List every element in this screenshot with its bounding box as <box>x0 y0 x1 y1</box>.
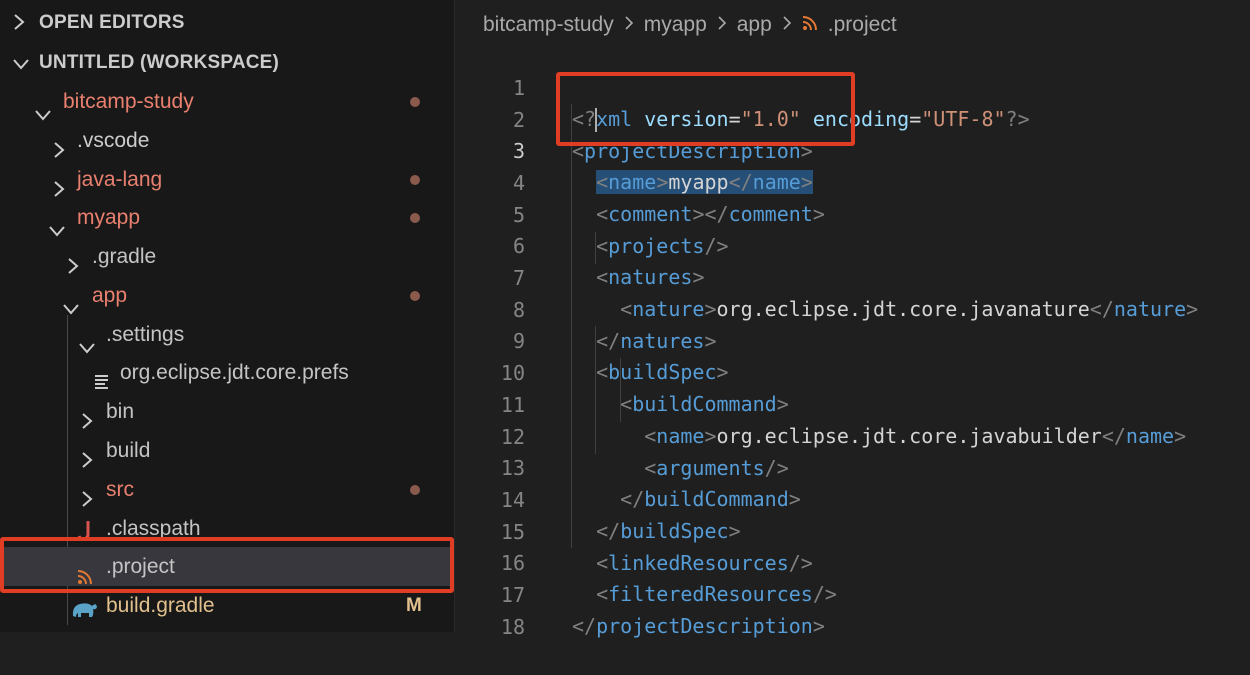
tree-item-settings[interactable]: .settings <box>0 315 454 354</box>
modified-dot <box>410 485 420 495</box>
workspace-label: UNTITLED (WORKSPACE) <box>39 52 280 73</box>
explorer-sidebar: OPEN EDITORS UNTITLED (WORKSPACE) bitcam… <box>0 0 455 632</box>
code-line: 5 <projects/> <box>455 168 1250 259</box>
chevron-right-icon <box>12 13 26 37</box>
tree-item-label: .settings <box>106 323 185 346</box>
code-line: 13 </buildCommand> <box>455 421 1250 512</box>
xml-tag: projectDescription <box>596 614 813 639</box>
modified-dot <box>410 175 420 185</box>
tree-item-label: app <box>92 284 128 307</box>
gradle-elephant-icon <box>70 594 98 632</box>
modified-dot <box>410 97 420 107</box>
chevron-down-icon <box>12 55 30 77</box>
code-editor[interactable]: bitcamp-study myapp app .project 1 <?xml… <box>455 0 1250 639</box>
code-line: 1 <?xml version="1.0" encoding="UTF-8"?> <box>455 41 1250 132</box>
code-line: 16 <filteredResources/> <box>455 516 1250 607</box>
breadcrumb-item[interactable]: app <box>737 13 772 37</box>
tree-item-label: bitcamp-study <box>63 90 194 113</box>
chevron-right-icon <box>624 13 634 37</box>
tree-item-label: org.eclipse.jdt.core.prefs <box>120 361 349 384</box>
tree-item-label: myapp <box>77 206 141 229</box>
tree-item-java-lang[interactable]: java-lang <box>0 160 454 199</box>
open-editors-header[interactable]: OPEN EDITORS <box>0 3 454 42</box>
tree-item-myapp[interactable]: myapp <box>0 198 454 237</box>
workspace-header[interactable]: UNTITLED (WORKSPACE) <box>0 43 454 82</box>
annotation-highlight-box <box>556 72 855 146</box>
code-line: 14 </buildSpec> <box>455 453 1250 544</box>
code-line: 7 <nature>org.eclipse.jdt.core.javanatur… <box>455 231 1250 322</box>
code-line: 17 </projectDescription> <box>455 548 1250 639</box>
breadcrumb: bitcamp-study myapp app .project <box>483 10 897 40</box>
tree-item-vscode[interactable]: .vscode <box>0 121 454 160</box>
tree-item-bitcamp-study[interactable]: bitcamp-study <box>0 82 454 121</box>
tree-item-label: build <box>106 439 151 462</box>
code-line: 9 <buildSpec> <box>455 294 1250 385</box>
breadcrumb-item[interactable]: myapp <box>644 13 707 37</box>
line-number: 18 <box>500 614 525 639</box>
breadcrumb-item[interactable]: bitcamp-study <box>483 13 614 37</box>
code-line: 6 <natures> <box>455 199 1250 290</box>
modified-dot <box>410 213 420 223</box>
tree-item-bin[interactable]: bin <box>0 392 454 431</box>
open-editors-label: OPEN EDITORS <box>39 12 185 33</box>
modified-dot <box>410 291 420 301</box>
tree-item-gradle-folder[interactable]: .gradle <box>0 237 454 276</box>
tree-item-label: .gradle <box>92 245 157 268</box>
tree-item-label: src <box>106 478 134 501</box>
code-line: 12 <arguments/> <box>455 390 1250 481</box>
tree-item-label: bin <box>106 400 135 423</box>
tree-item-build[interactable]: build <box>0 431 454 470</box>
breadcrumb-item[interactable]: .project <box>828 13 897 37</box>
tree-item-src[interactable]: src <box>0 470 454 509</box>
code-line: 10 <buildCommand> <box>455 326 1250 417</box>
tree-item-label: .vscode <box>77 129 150 152</box>
chevron-right-icon <box>782 13 792 37</box>
code-line: 18 <box>455 580 1250 639</box>
annotation-highlight-box <box>0 537 454 593</box>
tree-item-app[interactable]: app <box>0 276 454 315</box>
code-line: 15 <linkedResources/> <box>455 485 1250 576</box>
code-line: 8 </natures> <box>455 263 1250 354</box>
tree-item-label: java-lang <box>77 168 163 191</box>
tree-item-prefs[interactable]: org.eclipse.jdt.core.prefs <box>0 353 454 392</box>
rss-feed-icon <box>802 13 818 37</box>
chevron-right-icon <box>717 13 727 37</box>
code-line: 11 <name>org.eclipse.jdt.core.javabuilde… <box>455 358 1250 449</box>
